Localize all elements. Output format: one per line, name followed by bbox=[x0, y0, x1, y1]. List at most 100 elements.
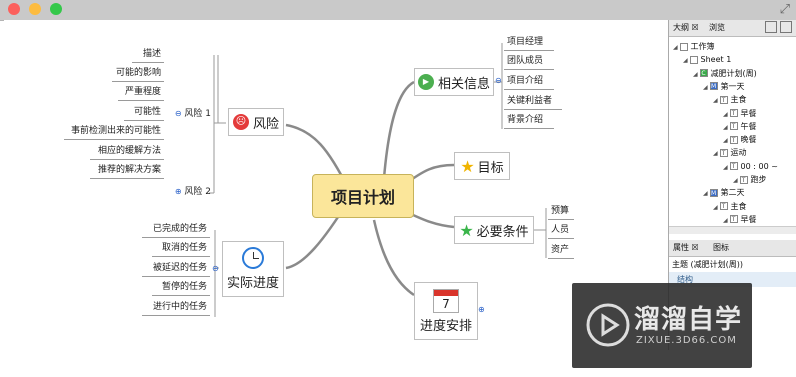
topic-type-icon: C bbox=[699, 69, 708, 78]
outline-tree-label: 主食 bbox=[730, 95, 747, 105]
properties-tabbar: 属性 ☒ 图标 bbox=[669, 240, 796, 257]
expand-icon[interactable]: ⊕ bbox=[478, 305, 485, 314]
outline-tree-row[interactable]: ◢ T 早餐 bbox=[723, 214, 757, 226]
req-item-label: 人员 bbox=[551, 225, 570, 235]
info-item[interactable]: 团队成员 bbox=[504, 54, 554, 70]
tab-properties[interactable]: 属性 ☒ bbox=[673, 242, 699, 253]
outline-tree-label: 主食 bbox=[730, 201, 747, 211]
panel-menu-icon[interactable] bbox=[780, 21, 792, 33]
risk-sub-2-label: 风险 2 bbox=[184, 187, 211, 197]
progress-item[interactable]: 暂停的任务 bbox=[152, 280, 210, 296]
progress-item[interactable]: 被延迟的任务 bbox=[142, 261, 210, 277]
topic-type-icon: T bbox=[729, 109, 738, 117]
info-item-label: 背景介绍 bbox=[507, 115, 544, 125]
info-item-label: 团队成员 bbox=[507, 56, 544, 66]
topic-actual-progress[interactable]: 实际进度 bbox=[222, 241, 284, 297]
topic-requirements[interactable]: ★ 必要条件 bbox=[454, 216, 534, 244]
outline-tree-label: 早餐 bbox=[740, 108, 757, 118]
outline-tree-row[interactable]: ◢ C 减肥计划(周) bbox=[693, 68, 757, 80]
risk-sub-1[interactable]: ⊖ 风险 1 bbox=[170, 106, 214, 122]
outline-tree-label: 工作簿 bbox=[690, 42, 715, 51]
progress-item[interactable]: 已完成的任务 bbox=[142, 222, 210, 238]
risk-item-label: 可能的影响 bbox=[115, 68, 161, 78]
outline-scrollbar[interactable] bbox=[669, 226, 796, 234]
risk-item[interactable]: 可能的影响 bbox=[112, 66, 164, 82]
topic-actual-progress-label: 实际进度 bbox=[226, 276, 279, 291]
outline-tree-label: 运动 bbox=[730, 148, 747, 158]
risk-item[interactable]: 推荐的解决方案 bbox=[90, 163, 164, 179]
expand-icon[interactable]: ⊕ bbox=[175, 187, 182, 196]
info-item-label: 关键利益者 bbox=[507, 96, 553, 106]
topic-related-info[interactable]: ▶ 相关信息 bbox=[414, 68, 494, 96]
watermark-brand: 溜溜自学 bbox=[634, 305, 743, 335]
outline-tree-row[interactable]: ◢ T 午餐 bbox=[723, 121, 757, 133]
info-item[interactable]: 项目经理 bbox=[504, 35, 554, 51]
outline-tree-label: 跑步 bbox=[750, 175, 767, 184]
fullscreen-expand-icon[interactable]: ⤢ bbox=[780, 2, 790, 17]
outline-tree-row[interactable]: ◢ T 主食 bbox=[713, 201, 747, 213]
outline-tree-row[interactable]: ◢ Sheet 1 bbox=[683, 54, 731, 66]
star-icon: ★ bbox=[460, 156, 475, 176]
info-item[interactable]: 背景介绍 bbox=[504, 113, 554, 129]
outline-tree-row[interactable]: ◢ 工作簿 bbox=[673, 41, 715, 53]
root-topic[interactable]: 项目计划 bbox=[312, 174, 414, 218]
topic-goal[interactable]: ★ 目标 bbox=[454, 152, 510, 180]
req-item[interactable]: 人员 bbox=[548, 223, 574, 239]
risk-item[interactable]: 相应的缓解方法 bbox=[90, 144, 164, 160]
outline-tree: ◢ 工作簿 ◢ Sheet 1 ◢ C 减肥计划(周) ◢ M 第一天 ◢ T 主食 ◢ T 早餐… bbox=[669, 37, 796, 237]
play-logo-icon bbox=[586, 303, 630, 347]
info-item[interactable]: 项目介绍 bbox=[504, 74, 554, 90]
progress-item[interactable]: 取消的任务 bbox=[152, 241, 210, 257]
info-item[interactable]: 关键利益者 bbox=[504, 94, 562, 110]
topic-type-icon: T bbox=[729, 122, 738, 131]
outline-tabbar: 大纲 ☒ 浏览 bbox=[669, 20, 796, 37]
outline-tree-label: 第一天 bbox=[720, 81, 745, 91]
mindmap-canvas[interactable]: 项目计划 ☹ 风险 ⊖ 风险 1 ⊕ 风险 2 描述 可能的影响 严重程度 可能… bbox=[4, 20, 668, 350]
topic-goal-label: 目标 bbox=[477, 160, 504, 176]
green-star-icon: ★ bbox=[459, 220, 474, 240]
progress-item[interactable]: 进行中的任务 bbox=[142, 300, 210, 316]
risk-item-label: 严重程度 bbox=[124, 87, 161, 97]
topic-risk[interactable]: ☹ 风险 bbox=[228, 108, 284, 136]
topic-type-icon: T bbox=[719, 95, 728, 104]
collapse-icon[interactable]: ⊖ bbox=[212, 264, 219, 273]
play-icon: ▶ bbox=[417, 74, 434, 90]
calendar-number: 7 bbox=[442, 296, 450, 311]
outline-tree-row[interactable]: ◢ T 00 : 00 ~ bbox=[723, 161, 778, 173]
risk-item-label: 推荐的解决方案 bbox=[97, 165, 161, 175]
progress-item-label: 暂停的任务 bbox=[161, 282, 207, 292]
topic-risk-label: 风险 bbox=[252, 116, 279, 132]
outline-tree-row[interactable]: ◢ T 主食 bbox=[713, 94, 747, 106]
watermark-url: ZIXUE.3D66.COM bbox=[636, 335, 737, 346]
clock-icon bbox=[242, 247, 264, 269]
topic-info-line: 主题 (减肥计划(周)) bbox=[672, 260, 744, 269]
risk-item[interactable]: 严重程度 bbox=[118, 85, 164, 101]
outline-tree-row[interactable]: ◢ M 第二天 bbox=[703, 187, 745, 199]
progress-item-label: 被延迟的任务 bbox=[152, 263, 207, 273]
risk-item[interactable]: 事前检测出来的可能性 bbox=[64, 124, 164, 140]
progress-item-label: 已完成的任务 bbox=[152, 224, 207, 234]
outline-tree-label: 00 : 00 ~ bbox=[740, 161, 778, 171]
collapse-icon[interactable]: ⊖ bbox=[175, 109, 182, 118]
maximize-window-button[interactable] bbox=[50, 3, 62, 15]
outline-tree-label: 第二天 bbox=[720, 188, 745, 198]
view-toggle-icon[interactable] bbox=[765, 21, 777, 33]
tab-browse[interactable]: 浏览 bbox=[709, 22, 725, 33]
risk-sub-2[interactable]: ⊕ 风险 2 bbox=[170, 184, 214, 200]
collapse-icon[interactable]: ⊖ bbox=[495, 76, 502, 85]
tab-icons[interactable]: 图标 bbox=[713, 242, 729, 253]
outline-tree-row[interactable]: ◢ M 第一天 bbox=[703, 81, 745, 93]
tab-outline[interactable]: 大纲 ☒ bbox=[673, 22, 699, 33]
minimize-window-button[interactable] bbox=[29, 3, 41, 15]
outline-tree-row[interactable]: ◢ T 晚餐 bbox=[723, 134, 757, 146]
close-window-button[interactable] bbox=[8, 3, 20, 15]
topic-type-icon: T bbox=[729, 215, 738, 224]
outline-tree-row[interactable]: ◢ T 早餐 bbox=[723, 108, 757, 120]
risk-item[interactable]: 描述 bbox=[132, 47, 164, 63]
topic-schedule[interactable]: 7 进度安排 bbox=[414, 282, 478, 340]
outline-tree-row[interactable]: ◢ T 跑步 bbox=[733, 174, 767, 186]
req-item[interactable]: 预算 bbox=[548, 204, 574, 220]
risk-item[interactable]: 可能性 bbox=[124, 105, 164, 121]
req-item[interactable]: 资产 bbox=[548, 243, 574, 259]
outline-tree-row[interactable]: ◢ T 运动 bbox=[713, 147, 747, 159]
